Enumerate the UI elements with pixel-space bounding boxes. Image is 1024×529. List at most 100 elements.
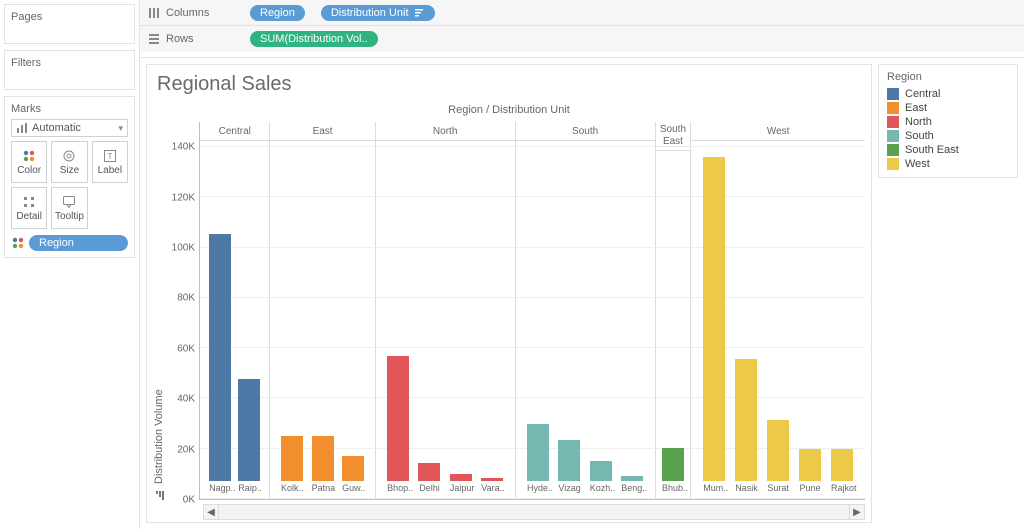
marks-color-label: Color [17,165,41,176]
bar[interactable] [342,456,364,481]
color-icon [22,149,36,163]
pill-label: Distribution Unit [331,7,409,19]
bar[interactable] [209,234,231,481]
legend-label: South East [905,144,959,156]
bar[interactable] [590,461,612,481]
marks-size-label: Size [60,165,79,176]
legend-item[interactable]: East [887,101,1009,115]
legend-swatch [887,130,899,142]
marks-type-select[interactable]: Automatic ▾ [11,119,128,137]
columns-label: Columns [166,7,209,19]
legend-swatch [887,144,899,156]
columns-pill-region[interactable]: Region [250,5,305,21]
bar[interactable] [527,424,549,481]
marks-detail-label: Detail [16,211,42,222]
marks-type-label: Automatic [32,122,81,134]
svg-text:T: T [107,152,112,161]
bar[interactable] [312,436,334,481]
y-axis-title[interactable]: Distribution Volume [153,389,165,484]
rows-shelf[interactable]: Rows SUM(Distribution Vol.. [140,26,1024,52]
bar[interactable] [418,463,440,481]
legend-swatch [887,158,899,170]
pill-label: Region [260,7,295,19]
chevron-down-icon: ▾ [118,123,123,134]
sort-axis-icon[interactable] [154,490,164,500]
legend-label: South [905,130,934,142]
pages-title: Pages [11,9,128,37]
legend-item[interactable]: South East [887,143,1009,157]
region-group: SouthEastBhub.. [656,122,692,499]
region-group: EastKolk..PatnaGuw.. [270,122,375,499]
bar[interactable] [703,157,725,481]
filters-title: Filters [11,55,128,83]
y-tick: 40K [177,394,195,405]
color-legend[interactable]: Region CentralEastNorth South South East We… [878,64,1018,178]
legend-item[interactable]: Central [887,87,1009,101]
marks-detail-button[interactable]: Detail [11,187,47,229]
bar[interactable] [481,478,503,481]
bar[interactable] [767,420,789,481]
legend-label: North [905,116,932,128]
legend-item[interactable]: North [887,115,1009,129]
y-axis-ticks: 0K20K40K60K80K100K120K140K [165,122,199,500]
marks-card: Marks Automatic ▾ [4,96,135,258]
marks-color-button[interactable]: Color [11,141,47,183]
legend-swatch [887,102,899,114]
pill-label: SUM(Distribution Vol.. [260,33,368,45]
columns-pill-distribution-unit[interactable]: Distribution Unit [321,5,435,21]
y-tick: 120K [172,192,195,203]
rows-label: Rows [166,33,194,45]
y-tick: 0K [183,495,195,506]
y-tick: 80K [177,293,195,304]
bars-row [691,141,865,481]
marks-title: Marks [11,101,128,119]
marks-size-button[interactable]: Size [51,141,87,183]
scroll-left-button[interactable]: ◀ [204,505,219,519]
region-group: SouthHyde..VizagKozh..Beng.. [516,122,656,499]
y-tick: 140K [172,142,195,153]
marks-color-pill-label: Region [39,237,74,249]
chart-plot-area[interactable]: CentralNagp..Raip..EastKolk..PatnaGuw..N… [199,122,865,500]
sort-icon [415,8,425,18]
color-icon [11,236,25,250]
bar[interactable] [558,440,580,481]
y-tick: 60K [177,343,195,354]
tooltip-icon [62,195,76,209]
legend-title: Region [887,71,1009,83]
filters-shelf[interactable]: Filters [4,50,135,90]
bar[interactable] [621,476,643,481]
y-tick: 100K [172,243,195,254]
marks-tooltip-label: Tooltip [55,211,84,222]
pages-shelf[interactable]: Pages [4,4,135,44]
columns-shelf[interactable]: Columns Region Distribution Unit [140,0,1024,26]
chart-horizontal-scrollbar[interactable]: ◀ ▶ [203,504,865,520]
legend-item[interactable]: South [887,129,1009,143]
chart-title[interactable]: Regional Sales [153,73,865,100]
bars-row [200,141,269,481]
legend-label: West [905,158,930,170]
marks-color-pill[interactable]: Region [29,235,128,251]
rows-pill-distribution-volume[interactable]: SUM(Distribution Vol.. [250,31,378,47]
rows-icon [148,33,160,45]
bar[interactable] [238,379,260,481]
chart-subtitle: Region / Distribution Unit [153,100,865,122]
legend-swatch [887,88,899,100]
legend-item[interactable]: West [887,157,1009,171]
legend-label: Central [905,88,940,100]
bars-row [516,141,655,481]
bar[interactable] [735,359,757,481]
bar[interactable] [387,356,409,481]
bar[interactable] [831,449,853,481]
region-group: CentralNagp..Raip.. [200,122,270,499]
chart-view: Regional Sales Region / Distribution Uni… [146,64,872,523]
bar[interactable] [450,474,472,481]
scroll-right-button[interactable]: ▶ [849,505,864,519]
bar[interactable] [281,436,303,481]
region-group: NorthBhop..DelhiJaipurVara.. [376,122,516,499]
label-icon: T [103,149,117,163]
marks-tooltip-button[interactable]: Tooltip [51,187,87,229]
columns-icon [148,7,160,19]
bar[interactable] [799,449,821,481]
marks-label-button[interactable]: T Label [92,141,128,183]
bar[interactable] [662,448,684,481]
